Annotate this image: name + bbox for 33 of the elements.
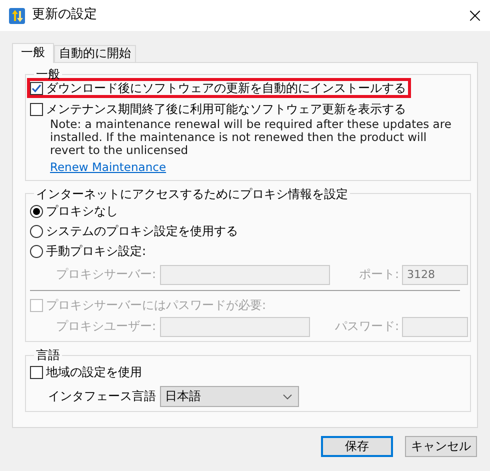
language-dropdown[interactable]: 日本語 (160, 386, 299, 408)
tab[interactable]: 自動的に開始 (54, 45, 136, 62)
tab[interactable]: 一般 (12, 43, 54, 63)
radio-button[interactable] (30, 244, 43, 258)
checkbox-label: メンテナンス期間終了後に利用可能なソフトウェア更新を表示する (46, 102, 406, 117)
field-label: ポート: (358, 267, 400, 282)
close-button[interactable]: × (460, 3, 490, 28)
note-text: Note: a maintenance renewal will be required after these updates are installed. If the maintenance is not renewed then the product will revert to the unlicensed (49, 118, 452, 156)
dropdown-value: 日本語 (165, 389, 201, 404)
renew-link[interactable]: Renew Maintenance (30, 160, 166, 175)
checkbox-label: プロキシサーバーにはパスワードが必要: (46, 298, 266, 313)
radio-label: 手動プロキシ設定: (46, 244, 146, 259)
radio-button[interactable] (30, 224, 43, 238)
group-title: 一般 (35, 67, 61, 82)
checkbox[interactable] (30, 102, 43, 116)
dialog-button[interactable]: 保存 (321, 436, 393, 457)
window-title: 更新の設定 (32, 7, 97, 24)
field-label: パスワード: (334, 319, 400, 334)
group-title: 言語 (35, 348, 61, 362)
radio-label: システムのプロキシ設定を使用する (46, 224, 238, 239)
field-label: プロキシユーザー: (54, 319, 157, 334)
field-label: プロキシサーバー: (54, 267, 157, 282)
chevron-icon (283, 394, 292, 400)
radio-label: プロキシなし (46, 204, 118, 219)
app-icon (9, 8, 25, 24)
checkbox[interactable] (30, 366, 43, 379)
checkbox[interactable] (30, 82, 43, 95)
dialog-button[interactable]: キャンセル (405, 436, 477, 457)
radio-button[interactable] (30, 204, 43, 218)
field-label: インタフェース言語 (48, 389, 156, 404)
checkbox-label: 地域の設定を使用 (46, 364, 142, 380)
checkbox-label: ダウンロード後にソフトウェアの更新を自動的にインストールする (46, 80, 406, 96)
group-title: インターネットにアクセスするためにプロキシ情報を設定 (35, 186, 349, 202)
